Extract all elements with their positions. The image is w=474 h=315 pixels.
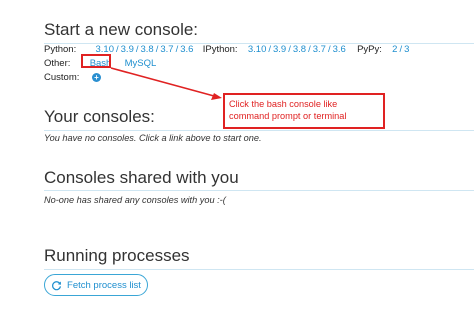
annotation-arrow: [110, 67, 222, 100]
section-divider: [44, 269, 474, 270]
fetch-process-list-button[interactable]: Fetch process list: [44, 274, 148, 296]
annotation-callout: Click the bash console like command prom…: [223, 93, 385, 129]
shared-consoles-heading: Consoles shared with you: [44, 168, 239, 187]
running-processes-heading: Running processes: [44, 246, 190, 265]
no-shared-message: No-one has shared any consoles with you …: [44, 195, 226, 205]
section-divider: [44, 130, 474, 131]
fetch-process-list-label: Fetch process list: [67, 279, 141, 291]
your-consoles-heading: Your consoles:: [44, 107, 155, 126]
section-divider: [44, 190, 474, 191]
refresh-icon: [52, 280, 62, 290]
no-consoles-message: You have no consoles. Click a link above…: [44, 133, 262, 143]
